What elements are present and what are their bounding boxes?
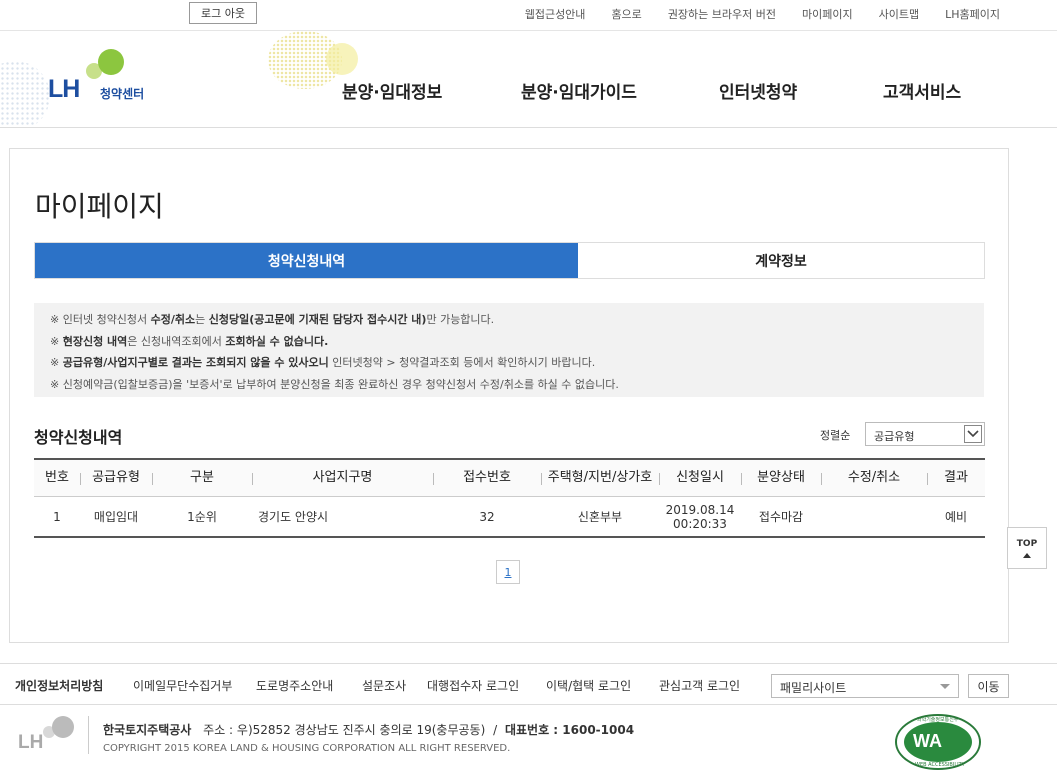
badge-bottom-text: WEB ACCESSIBILITY [915,762,965,768]
footer-link-road-address[interactable]: 도로명주소안내 [256,677,333,694]
col-header-supply-type: 공급유형 [80,460,152,496]
footer-company-info: 한국토지주택공사 주소 : 우)52852 경상남도 진주시 충의로 19(충무… [103,721,634,738]
main-content: 마이페이지 청약신청내역 계약정보 ※ 인터넷 청약신청서 수정/취소는 신청당… [9,148,1009,643]
col-header-housing-type: 주택형/지번/상가호 [541,460,659,496]
table-row: 1 매입임대 1순위 경기도 안양시 32 신혼부부 2019.08.14 00… [34,497,985,538]
footer-logo-text: LH [18,732,44,753]
footer-divider [88,716,89,754]
company-phone: 대표번호 : 1600-1004 [504,723,635,737]
sort-label: 정렬순 [820,429,851,442]
utility-bar: 로그 아웃 웹접근성안내 홈으로 권장하는 브라우저 버전 마이페이지 사이트맵… [0,0,1057,31]
sort-select-value: 공급유형 [874,430,915,443]
nav-item-sales-info[interactable]: 분양·임대정보 [342,78,442,103]
footer-link-email-refusal[interactable]: 이메일무단수집거부 [133,677,232,694]
nav-item-customer-service[interactable]: 고객서비스 [883,78,961,103]
col-header-edit-cancel: 수정/취소 [821,460,927,496]
logout-button[interactable]: 로그 아웃 [189,2,257,24]
chevron-down-icon [964,425,982,443]
tab-application-history[interactable]: 청약신청내역 [35,243,578,278]
col-header-apply-date: 신청일시 [659,460,741,496]
utility-links: 웹접근성안내 홈으로 권장하는 브라우저 버전 마이페이지 사이트맵 LH홈페이… [499,6,1000,22]
col-header-district: 사업지구명 [252,460,433,496]
cell-result: 예비 [944,509,968,524]
scroll-top-button[interactable]: TOP [1007,527,1047,569]
family-site-select[interactable]: 패밀리사이트 [771,674,959,698]
notice-box: ※ 인터넷 청약신청서 수정/취소는 신청당일(공고문에 기재된 담당자 접수시… [34,303,984,397]
tab-contract-info[interactable]: 계약정보 [578,243,984,278]
application-table: 번호 공급유형 구분 사업지구명 접수번호 주택형/지번/상가호 신청일시 분양… [34,458,985,538]
top-label: TOP [1016,538,1038,549]
notice-line: ※ 인터넷 청약신청서 수정/취소는 신청당일(공고문에 기재된 담당자 접수시… [50,313,495,326]
logo-subtitle: 청약센터 [100,87,145,101]
util-link-browser[interactable]: 권장하는 브라우저 버전 [668,6,776,22]
section-title: 청약신청내역 [34,428,123,447]
footer-link-partner-login[interactable]: 이택/협택 로그인 [546,677,631,694]
footer-link-customer-login[interactable]: 관심고객 로그인 [659,677,740,694]
logo-dot [98,49,124,75]
company-address: 주소 : 우)52852 경상남도 진주시 충의로 19(충무공동) [203,723,486,737]
util-link-mypage[interactable]: 마이페이지 [802,6,853,22]
header-decoration [326,43,358,75]
pagination-page-1[interactable]: 1 [496,560,520,584]
cell-edit-cancel [821,497,927,536]
logo-text: LH [48,75,80,103]
copyright: COPYRIGHT 2015 KOREA LAND & HOUSING CORP… [103,743,511,754]
cell-housing-type: 신혼부부 [577,509,623,524]
site-logo[interactable]: LH 청약센터 [48,49,168,105]
util-link-home[interactable]: 홈으로 [611,6,641,22]
nav-item-online-apply[interactable]: 인터넷청약 [719,78,797,103]
footer-link-survey[interactable]: 설문조사 [362,677,406,694]
info-separator: / [493,723,498,737]
col-header-category: 구분 [152,460,252,496]
sort-select[interactable]: 공급유형 [865,422,985,446]
cell-category: 1순위 [187,509,217,524]
col-header-result: 결과 [927,460,985,496]
company-name: 한국토지주택공사 [103,723,192,737]
family-site-go-button[interactable]: 이동 [968,674,1009,698]
caret-down-icon [940,684,950,689]
util-link-accessibility[interactable]: 웹접근성안내 [525,6,586,22]
badge-top-text: 과학기술정보통신부 [917,717,959,723]
cell-no: 1 [53,509,61,524]
cell-supply-type: 매입임대 [93,509,139,524]
col-header-no: 번호 [45,470,69,485]
footer-link-agent-login[interactable]: 대행접수자 로그인 [427,677,519,694]
notice-line: ※ 현장신청 내역은 신청내역조회에서 조회하실 수 없습니다. [50,334,329,348]
cell-receipt-no: 32 [479,509,495,524]
site-header: LH 청약센터 분양·임대정보 분양·임대가이드 인터넷청약 고객서비스 [0,31,1057,128]
nav-item-sales-guide[interactable]: 분양·임대가이드 [521,78,637,103]
col-header-status: 분양상태 [741,460,821,496]
notice-line: ※ 신청예약금(입찰보증금)을 '보증서'로 납부하여 분양신청을 최종 완료하… [50,377,619,391]
page-title: 마이페이지 [35,190,164,223]
util-link-lh-home[interactable]: LH홈페이지 [945,6,1000,22]
footer-link-privacy[interactable]: 개인정보처리방침 [15,677,103,694]
cell-district: 경기도 안양시 [258,509,329,524]
table-header: 번호 공급유형 구분 사업지구명 접수번호 주택형/지번/상가호 신청일시 분양… [34,458,985,497]
notice-line: ※ 공급유형/사업지구별로 결과는 조회되지 않을 수 있사오니 인터넷청약 >… [50,356,596,369]
footer-links-bar: 개인정보처리방침 이메일무단수집거부 도로명주소안내 설문조사 대행접수자 로그… [0,663,1057,705]
badge-text: WA [913,731,942,751]
logo-dot [52,716,74,738]
web-accessibility-badge-icon: WA 과학기술정보통신부 WEB ACCESSIBILITY [893,712,983,772]
footer-info: LH 한국토지주택공사 주소 : 우)52852 경상남도 진주시 충의로 19… [0,706,1057,780]
header-decoration [0,61,50,127]
cell-status: 접수마감 [758,509,804,524]
family-site-label: 패밀리사이트 [780,681,847,695]
arrow-up-icon [1023,552,1031,558]
footer-logo: LH [18,716,80,756]
cell-apply-date: 2019.08.14 00:20:33 [665,502,735,531]
col-header-receipt-no: 접수번호 [433,460,541,496]
util-link-sitemap[interactable]: 사이트맵 [879,6,919,22]
tab-bar: 청약신청내역 계약정보 [34,242,985,279]
